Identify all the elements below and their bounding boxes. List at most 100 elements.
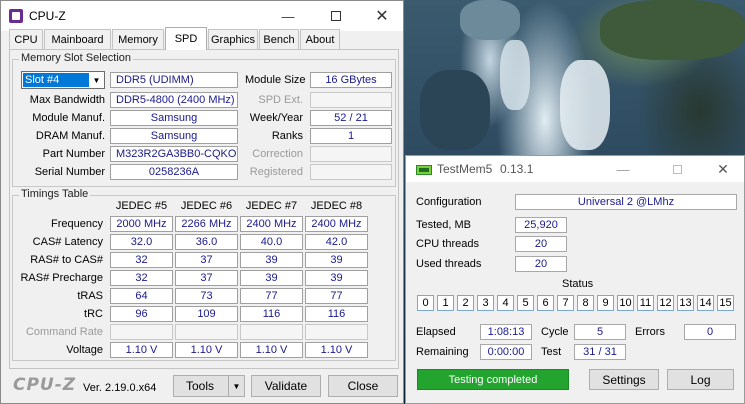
timing-row-label: Voltage: [66, 344, 103, 356]
registered-field: [310, 164, 392, 180]
timing-cell: 40.0: [240, 234, 303, 250]
module-size-field: 16 GBytes: [310, 72, 392, 88]
tested-mb-label: Tested, MB: [416, 219, 472, 231]
testmem5-titlebar[interactable]: TestMem5 0.13.1 — ✕: [406, 156, 744, 182]
wallpaper-waterfall: [500, 40, 530, 110]
group-title: Memory Slot Selection: [19, 52, 134, 64]
serial-number-field: 0258236A: [110, 164, 238, 180]
cycle-label: Cycle: [541, 326, 569, 338]
spd-ext-field: [310, 92, 392, 108]
used-threads-label: Used threads: [416, 258, 482, 270]
memory-slot-group: Memory Slot Selection Slot #4 ▼ DDR5 (UD…: [12, 52, 396, 187]
used-threads-field: 20: [515, 256, 567, 272]
thread-status-cell: 13: [677, 295, 694, 311]
cpu-threads-label: CPU threads: [416, 238, 479, 250]
settings-button[interactable]: Settings: [589, 369, 659, 390]
timing-cell: 37: [175, 270, 238, 286]
tab-spd[interactable]: SPD: [165, 27, 207, 50]
thread-status-cell: 10: [617, 295, 634, 311]
tab-memory[interactable]: Memory: [112, 29, 164, 49]
cpuz-app-icon: [9, 9, 23, 23]
configuration-field: Universal 2 @LMhz: [515, 194, 737, 210]
timing-cell: 73: [175, 288, 238, 304]
remaining-field: 0:00:00: [480, 344, 532, 360]
close-icon[interactable]: ✕: [700, 156, 745, 182]
window-version: 0.13.1: [500, 162, 534, 176]
timing-cell: 37: [175, 252, 238, 268]
log-button[interactable]: Log: [667, 369, 734, 390]
correction-label: Correction: [252, 148, 303, 160]
wallpaper-foliage: [600, 0, 745, 60]
window-title: CPU-Z: [29, 9, 66, 23]
timing-cell: 1.10 V: [240, 342, 303, 358]
test-progress-bar: Testing completed: [417, 369, 569, 390]
timing-cell: [240, 324, 303, 340]
timing-cell: 96: [110, 306, 173, 322]
timing-cell: 116: [305, 306, 368, 322]
cpuz-logo: CPU-Z: [13, 375, 77, 395]
chevron-down-icon[interactable]: ▼: [89, 72, 104, 88]
spd-ext-label: SPD Ext.: [258, 94, 303, 106]
tab-about[interactable]: About: [300, 29, 340, 49]
version-label: Ver. 2.19.0.x64: [83, 382, 157, 394]
max-bandwidth-label: Max Bandwidth: [29, 94, 105, 106]
serial-number-label: Serial Number: [34, 166, 105, 178]
test-field: 31 / 31: [574, 344, 626, 360]
week-year-label: Week/Year: [249, 112, 303, 124]
configuration-label: Configuration: [416, 196, 482, 208]
thread-status-cell: 2: [457, 295, 474, 311]
thread-status-cell: 6: [537, 295, 554, 311]
wallpaper-waterfall: [560, 60, 610, 150]
thread-status-cell: 3: [477, 295, 494, 311]
column-header: JEDEC #8: [310, 200, 363, 212]
timing-cell: 2266 MHz: [175, 216, 238, 232]
timing-cell: 39: [240, 270, 303, 286]
timing-cell: 1.10 V: [175, 342, 238, 358]
testmem5-window: TestMem5 0.13.1 — ✕ Configuration Univer…: [405, 155, 745, 404]
timing-cell: [305, 324, 368, 340]
timing-cell: 39: [305, 270, 368, 286]
remaining-label: Remaining: [416, 346, 469, 358]
max-bandwidth-field: DDR5-4800 (2400 MHz): [110, 92, 238, 108]
chevron-down-icon[interactable]: ▼: [228, 376, 244, 396]
timing-cell: 64: [110, 288, 173, 304]
minimize-icon[interactable]: —: [265, 1, 311, 31]
spd-panel: Memory Slot Selection Slot #4 ▼ DDR5 (UD…: [9, 49, 399, 369]
slot-select[interactable]: Slot #4 ▼: [21, 71, 105, 89]
memory-module-icon: [416, 165, 432, 175]
timing-row-label: tRAS: [77, 290, 103, 302]
module-manuf-field: Samsung: [110, 110, 238, 126]
timing-row-label: Frequency: [51, 218, 103, 230]
timings-table-group: Timings Table JEDEC #5 JEDEC #6 JEDEC #7…: [12, 188, 396, 361]
timing-cell: 1.10 V: [305, 342, 368, 358]
column-header: JEDEC #5: [115, 200, 168, 212]
close-icon[interactable]: ✕: [359, 1, 405, 31]
thread-status-cell: 8: [577, 295, 594, 311]
tab-cpu[interactable]: CPU: [9, 29, 43, 49]
tab-mainboard[interactable]: Mainboard: [44, 29, 111, 49]
thread-status-cell: 9: [597, 295, 614, 311]
timing-cell: 77: [240, 288, 303, 304]
window-title: TestMem5: [437, 162, 493, 176]
timing-cell: 2000 MHz: [110, 216, 173, 232]
maximize-icon[interactable]: [313, 1, 359, 31]
part-number-field: M323R2GA3BB0-CQKOL: [110, 146, 238, 162]
errors-label: Errors: [635, 326, 665, 338]
tab-bench[interactable]: Bench: [259, 29, 299, 49]
thread-status-cell: 1: [437, 295, 454, 311]
close-button[interactable]: Close: [328, 375, 398, 397]
timing-row-label: CAS# Latency: [32, 236, 103, 248]
minimize-icon[interactable]: —: [600, 156, 646, 182]
tab-graphics[interactable]: Graphics: [208, 29, 258, 49]
validate-button[interactable]: Validate: [251, 375, 321, 397]
timing-row-label: tRC: [84, 308, 103, 320]
tools-button[interactable]: Tools ▼: [173, 375, 245, 397]
maximize-icon[interactable]: [654, 156, 700, 182]
week-year-field: 52 / 21: [310, 110, 392, 126]
timing-cell: 77: [305, 288, 368, 304]
timing-cell: [110, 324, 173, 340]
test-label: Test: [541, 346, 562, 358]
memory-type-field: DDR5 (UDIMM): [110, 72, 238, 88]
errors-field: 0: [684, 324, 736, 340]
timing-row-label: RAS# to CAS#: [30, 254, 103, 266]
